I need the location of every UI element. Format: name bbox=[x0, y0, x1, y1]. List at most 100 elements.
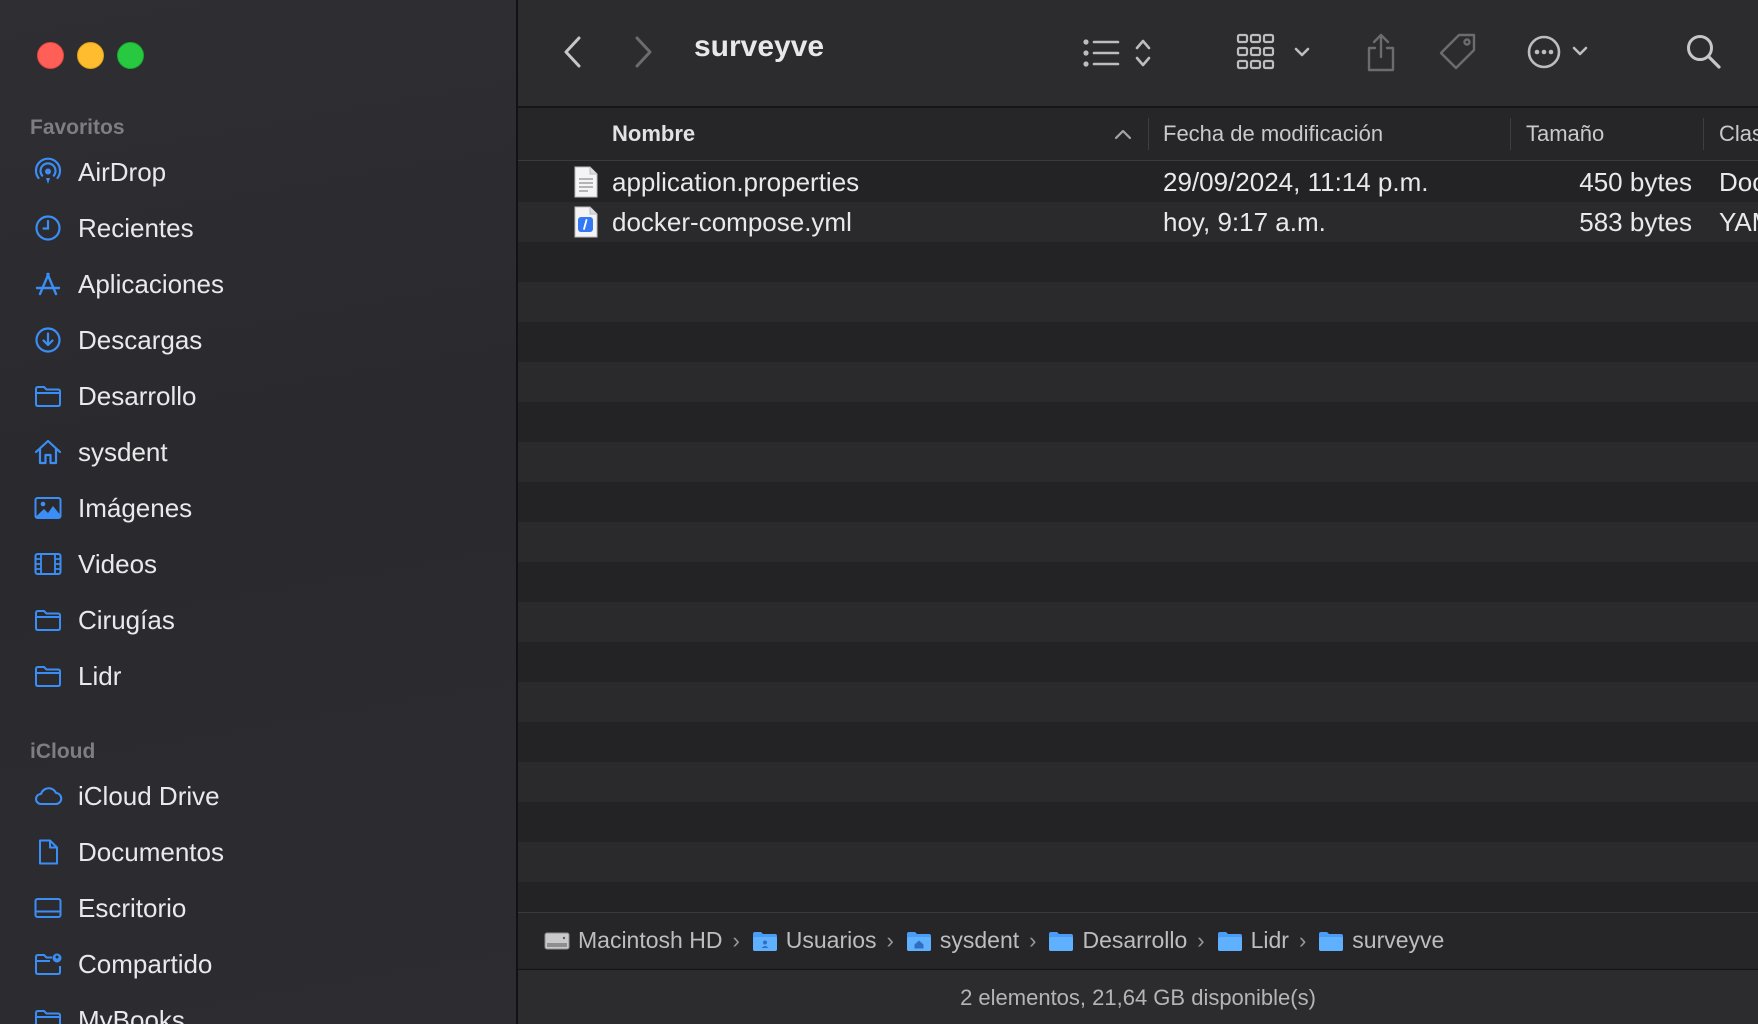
column-header-size[interactable]: Tamaño bbox=[1526, 108, 1686, 160]
status-text: 2 elementos, 21,64 GB disponible(s) bbox=[960, 984, 1316, 1010]
column-divider[interactable] bbox=[1703, 118, 1704, 150]
main-pane: surveyve Nombre Fecha de modificación Ta… bbox=[518, 0, 1758, 1024]
more-actions-button[interactable] bbox=[1524, 30, 1596, 74]
breadcrumb-desarrollo[interactable]: Desarrollo bbox=[1048, 927, 1187, 954]
empty-row bbox=[518, 562, 1758, 602]
sidebar-item-label: Escritorio bbox=[78, 892, 187, 923]
minimize-window-button[interactable] bbox=[77, 42, 104, 69]
close-window-button[interactable] bbox=[37, 42, 64, 69]
column-header-date[interactable]: Fecha de modificación bbox=[1163, 108, 1503, 160]
file-date: 29/09/2024, 11:14 p.m. bbox=[1163, 166, 1429, 197]
breadcrumb-lidr[interactable]: Lidr bbox=[1217, 927, 1289, 954]
folder-icon bbox=[30, 1004, 66, 1024]
sidebar-item-icloud-drive[interactable]: iCloud Drive bbox=[30, 774, 500, 818]
chevron-right-icon: › bbox=[1197, 927, 1205, 953]
column-header-name-label: Nombre bbox=[612, 121, 696, 146]
document-icon bbox=[30, 836, 66, 868]
column-header-name[interactable]: Nombre bbox=[612, 108, 1132, 160]
empty-row bbox=[518, 682, 1758, 722]
home-folder-icon bbox=[906, 931, 931, 951]
sidebar-item-label: AirDrop bbox=[78, 156, 167, 187]
empty-row bbox=[518, 842, 1758, 882]
sidebar-item-label: Recientes bbox=[78, 212, 194, 243]
ellipsis-circle-icon bbox=[1527, 35, 1588, 69]
sidebar-item-recientes[interactable]: Recientes bbox=[30, 206, 500, 250]
sidebar-item-documentos[interactable]: Documentos bbox=[30, 830, 500, 874]
column-header-date-label: Fecha de modificación bbox=[1163, 121, 1384, 146]
forward-button[interactable] bbox=[628, 34, 658, 70]
folder-icon bbox=[30, 380, 66, 412]
empty-row bbox=[518, 282, 1758, 322]
text-document-icon bbox=[574, 166, 598, 198]
sidebar-item-videos[interactable]: Videos bbox=[30, 542, 500, 586]
sidebar-item-lidr[interactable]: Lidr bbox=[30, 654, 500, 698]
column-header-row: Nombre Fecha de modificación Tamaño Clas… bbox=[518, 108, 1758, 161]
breadcrumb-macintosh-hd[interactable]: Macintosh HD bbox=[544, 927, 722, 954]
folder-icon bbox=[30, 604, 66, 636]
share-button[interactable] bbox=[1363, 30, 1399, 74]
empty-row bbox=[518, 522, 1758, 562]
folder-icon bbox=[752, 931, 777, 951]
sidebar-item-mybooks[interactable]: MyBooks bbox=[30, 998, 500, 1024]
view-options-button[interactable] bbox=[1082, 34, 1166, 72]
chevron-right-icon: › bbox=[886, 927, 894, 953]
grid-group-icon bbox=[1236, 33, 1310, 70]
search-button[interactable] bbox=[1684, 32, 1724, 72]
sidebar-item-descargas[interactable]: Descargas bbox=[30, 318, 500, 362]
sidebar-item-label: iCloud Drive bbox=[78, 780, 220, 811]
group-by-button[interactable] bbox=[1236, 32, 1320, 72]
breadcrumb-sysdent[interactable]: sysdent bbox=[906, 927, 1019, 954]
chevron-right-icon: › bbox=[1029, 927, 1037, 953]
empty-row bbox=[518, 442, 1758, 482]
empty-row bbox=[518, 402, 1758, 442]
sidebar-item-label: Compartido bbox=[78, 948, 213, 979]
column-header-kind[interactable]: Clase bbox=[1719, 108, 1758, 160]
file-kind: YAML bbox=[1719, 206, 1758, 237]
empty-row bbox=[518, 322, 1758, 362]
sidebar-item-compartido[interactable]: Compartido bbox=[30, 942, 500, 986]
zoom-window-button[interactable] bbox=[117, 42, 144, 69]
tags-button[interactable] bbox=[1436, 30, 1480, 74]
sidebar-item-desarrollo[interactable]: Desarrollo bbox=[30, 374, 500, 418]
film-icon bbox=[30, 548, 66, 580]
back-button[interactable] bbox=[558, 34, 588, 70]
table-row[interactable]: docker-compose.yml hoy, 9:17 a.m. 583 by… bbox=[518, 202, 1758, 242]
sidebar-item-label: Imágenes bbox=[78, 492, 193, 523]
sidebar: Favoritos AirDrop Recientes Aplicaciones bbox=[0, 0, 518, 1024]
table-row[interactable]: application.properties 29/09/2024, 11:14… bbox=[518, 162, 1758, 202]
file-size: 583 bytes bbox=[1579, 206, 1692, 237]
breadcrumb-label: Macintosh HD bbox=[578, 927, 723, 953]
breadcrumb-label: surveyve bbox=[1352, 927, 1445, 953]
column-header-size-label: Tamaño bbox=[1526, 121, 1605, 146]
empty-row bbox=[518, 722, 1758, 762]
sidebar-item-label: Lidr bbox=[78, 660, 122, 691]
column-divider[interactable] bbox=[1148, 118, 1149, 150]
file-name: application.properties bbox=[612, 166, 860, 197]
toolbar: surveyve bbox=[518, 0, 1758, 108]
sidebar-item-label: Descargas bbox=[78, 324, 203, 355]
sidebar-item-label: Cirugías bbox=[78, 604, 175, 635]
yaml-document-icon bbox=[574, 206, 598, 238]
photo-icon bbox=[30, 492, 66, 524]
sidebar-item-label: Videos bbox=[78, 548, 158, 579]
column-divider[interactable] bbox=[1510, 118, 1511, 150]
empty-row bbox=[518, 882, 1758, 912]
sidebar-item-airdrop[interactable]: AirDrop bbox=[30, 150, 500, 194]
sidebar-section-favoritos: Favoritos bbox=[30, 116, 125, 139]
empty-row bbox=[518, 642, 1758, 682]
file-date: hoy, 9:17 a.m. bbox=[1163, 206, 1326, 237]
sidebar-item-escritorio[interactable]: Escritorio bbox=[30, 886, 500, 930]
sidebar-item-label: Documentos bbox=[78, 836, 224, 867]
sidebar-item-imagenes[interactable]: Imágenes bbox=[30, 486, 500, 530]
folder-icon bbox=[1319, 931, 1344, 951]
breadcrumb-surveyve[interactable]: surveyve bbox=[1318, 927, 1444, 954]
breadcrumb-label: Usuarios bbox=[785, 927, 877, 953]
breadcrumb-usuarios[interactable]: Usuarios bbox=[752, 927, 877, 954]
sidebar-item-sysdent[interactable]: sysdent bbox=[30, 430, 500, 474]
sidebar-item-cirugias[interactable]: Cirugías bbox=[30, 598, 500, 642]
status-bar: 2 elementos, 21,64 GB disponible(s) bbox=[518, 969, 1758, 1024]
sidebar-item-aplicaciones[interactable]: Aplicaciones bbox=[30, 262, 500, 306]
breadcrumb-label: Desarrollo bbox=[1082, 927, 1188, 953]
finder-window: Favoritos AirDrop Recientes Aplicaciones bbox=[0, 0, 1758, 1024]
empty-row bbox=[518, 802, 1758, 842]
